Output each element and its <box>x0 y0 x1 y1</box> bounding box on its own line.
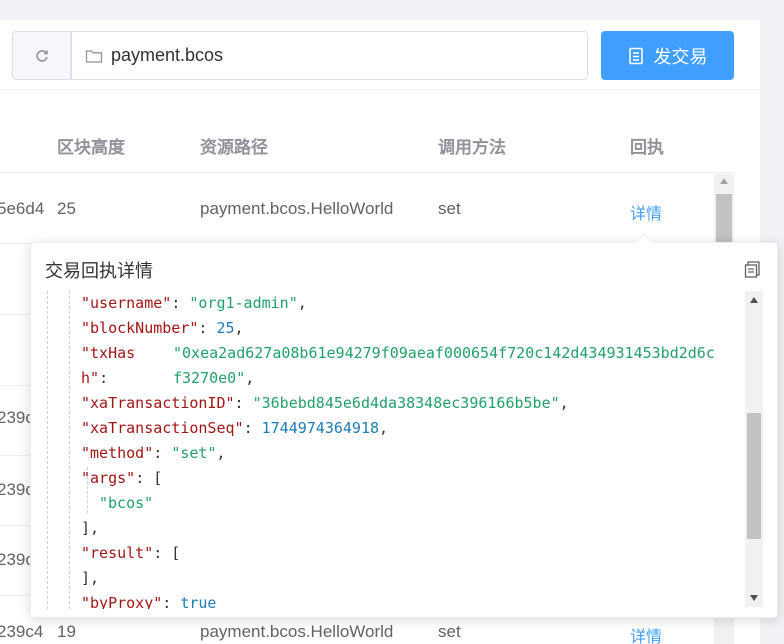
table-header: 区块高度 资源路径 调用方法 回执 <box>0 121 734 173</box>
json-line: "xaTransactionID": "36bebd845e6d4da38348… <box>81 394 569 412</box>
receipt-details-link[interactable]: 详情 <box>630 200 662 224</box>
json-line: ], <box>81 569 100 587</box>
json-line: "0xea2ad627a08b61e94279f09aeaf000654f720… <box>173 344 715 362</box>
receipt-details-link[interactable]: 详情 <box>630 623 662 644</box>
scroll-up-arrow-icon[interactable] <box>720 178 728 184</box>
json-line: f3270e0", <box>173 369 255 387</box>
scroll-up-arrow-icon[interactable] <box>750 297 758 303</box>
send-transaction-button[interactable]: 发交易 <box>601 31 734 80</box>
resource-path-cell: payment.bcos.HelloWorld <box>200 622 394 641</box>
tx-id-cell: 239c <box>0 408 34 427</box>
folder-icon <box>85 49 103 63</box>
block-height-cell: 19 <box>57 622 76 641</box>
indent-guide <box>47 291 48 609</box>
send-transaction-label: 发交易 <box>653 46 708 68</box>
json-line: "username": "org1-admin", <box>81 294 307 312</box>
receipt-popover: 交易回执详情 "username": "org1-admin", "blockN… <box>30 233 778 618</box>
receipt-json-viewer: "username": "org1-admin", "blockNumber":… <box>45 291 741 609</box>
tx-id-cell: 239c <box>0 480 34 499</box>
refresh-button[interactable] <box>12 31 72 80</box>
document-icon <box>628 47 643 64</box>
column-header-method: 调用方法 <box>438 138 506 158</box>
json-line: ], <box>81 519 100 537</box>
popover-scrollbar[interactable] <box>745 291 763 607</box>
tx-id-cell: 239c <box>0 550 34 569</box>
method-cell: set <box>438 199 461 218</box>
column-header-receipt: 回执 <box>630 138 664 158</box>
resource-path-value: payment.bcos <box>111 45 224 65</box>
json-line: "bcos" <box>99 494 154 512</box>
copy-icon[interactable] <box>743 259 763 279</box>
json-line: "blockNumber": 25, <box>81 319 244 337</box>
json-line: "result": [ <box>81 544 181 562</box>
popover-title: 交易回执详情 <box>45 261 153 282</box>
column-header-block-height: 区块高度 <box>57 138 125 158</box>
toolbar: payment.bcos 发交易 <box>0 20 760 90</box>
tx-id-cell: 239c4 <box>0 622 44 641</box>
method-cell: set <box>438 622 461 641</box>
resource-path-input[interactable]: payment.bcos <box>70 31 588 80</box>
table-row: 5e6d4 25 payment.bcos.HelloWorld set 详情 <box>0 174 714 244</box>
json-line: h": <box>81 369 109 387</box>
column-header-resource-path: 资源路径 <box>200 138 268 158</box>
scroll-down-arrow-icon[interactable] <box>750 595 758 601</box>
resource-path-cell: payment.bcos.HelloWorld <box>200 199 394 218</box>
scrollbar-thumb[interactable] <box>747 413 761 539</box>
indent-guide <box>69 291 70 609</box>
refresh-icon <box>36 49 48 62</box>
tx-id-cell: 5e6d4 <box>0 199 45 218</box>
block-height-cell: 25 <box>57 199 76 218</box>
json-line: "byProxy": true <box>81 594 217 609</box>
json-line: "args": [ <box>81 469 163 487</box>
json-line: "txHas <box>81 344 136 362</box>
json-line: "method": "set", <box>81 444 226 462</box>
json-line: "xaTransactionSeq": 1744974364918, <box>81 419 389 437</box>
